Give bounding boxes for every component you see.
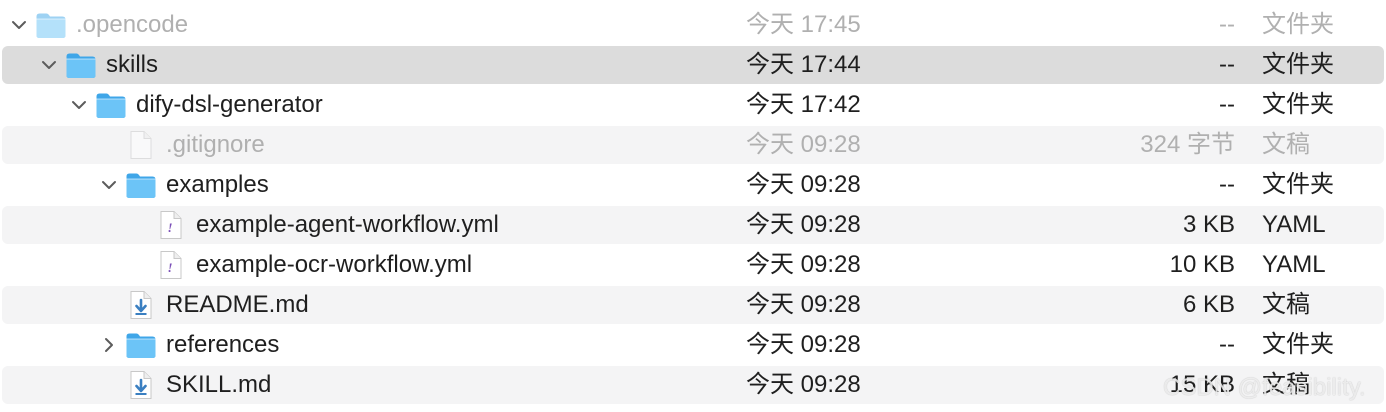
modified-date: 今天 09:28 [746, 251, 861, 278]
markdown-file-icon [125, 290, 157, 320]
file-row-references[interactable]: references 今天 09:28 -- 文件夹 [0, 325, 1386, 365]
markdown-file-icon [125, 370, 157, 400]
file-row-example-ocr-workflow[interactable]: ! example-ocr-workflow.yml 今天 09:28 10 K… [0, 245, 1386, 285]
yaml-file-icon: ! [155, 210, 187, 240]
file-name: dify-dsl-generator [136, 91, 323, 118]
modified-date: 今天 09:28 [746, 291, 861, 318]
file-row-readme[interactable]: README.md 今天 09:28 6 KB 文稿 [0, 285, 1386, 325]
chevron-down-icon[interactable] [68, 85, 90, 125]
folder-icon [35, 10, 67, 40]
modified-date: 今天 17:45 [746, 11, 861, 38]
file-row-opencode[interactable]: .opencode 今天 17:45 -- 文件夹 [0, 5, 1386, 45]
modified-date: 今天 17:42 [746, 91, 861, 118]
svg-text:!: ! [167, 260, 172, 275]
file-kind: 文件夹 [1262, 331, 1334, 358]
file-size: -- [1219, 11, 1235, 38]
file-kind: 文件夹 [1262, 51, 1334, 78]
svg-text:!: ! [167, 220, 172, 235]
modified-date: 今天 09:28 [746, 211, 861, 238]
file-kind: 文稿 [1262, 291, 1310, 318]
chevron-right-icon[interactable] [98, 325, 120, 365]
file-size: -- [1219, 51, 1235, 78]
folder-icon [125, 330, 157, 360]
file-name: .opencode [76, 11, 189, 38]
file-size: -- [1219, 91, 1235, 118]
modified-date: 今天 17:44 [746, 51, 861, 78]
folder-icon [95, 90, 127, 120]
file-size: -- [1219, 171, 1235, 198]
file-name: examples [166, 171, 269, 198]
file-size: 10 KB [1169, 251, 1235, 278]
modified-date: 今天 09:28 [746, 131, 861, 158]
chevron-down-icon[interactable] [8, 5, 30, 45]
modified-date: 今天 09:28 [746, 331, 861, 358]
file-kind: YAML [1262, 211, 1326, 238]
chevron-down-icon[interactable] [98, 165, 120, 205]
file-name: skills [106, 51, 158, 78]
file-size: 324 字节 [1140, 131, 1235, 158]
csdn-watermark: CSDN @feasibility. [1163, 374, 1366, 401]
file-row-dify-dsl-generator[interactable]: dify-dsl-generator 今天 17:42 -- 文件夹 [0, 85, 1386, 125]
yaml-file-icon: ! [155, 250, 187, 280]
file-kind: YAML [1262, 251, 1326, 278]
file-kind: 文件夹 [1262, 171, 1334, 198]
file-kind: 文稿 [1262, 131, 1310, 158]
file-name: README.md [166, 291, 309, 318]
file-size: -- [1219, 331, 1235, 358]
modified-date: 今天 09:28 [746, 171, 861, 198]
file-name: example-agent-workflow.yml [196, 211, 499, 238]
file-kind: 文件夹 [1262, 91, 1334, 118]
file-kind: 文件夹 [1262, 11, 1334, 38]
folder-icon [65, 50, 97, 80]
plain-file-icon [125, 130, 157, 160]
modified-date: 今天 09:28 [746, 371, 861, 398]
file-size: 3 KB [1182, 211, 1235, 238]
file-row-example-agent-workflow[interactable]: ! example-agent-workflow.yml 今天 09:28 3 … [0, 205, 1386, 245]
file-name: SKILL.md [166, 371, 272, 398]
file-name: .gitignore [166, 131, 265, 158]
file-row-examples[interactable]: examples 今天 09:28 -- 文件夹 [0, 165, 1386, 205]
file-row-gitignore[interactable]: .gitignore 今天 09:28 324 字节 文稿 [0, 125, 1386, 165]
chevron-down-icon[interactable] [38, 45, 60, 85]
file-name: references [166, 331, 280, 358]
folder-icon [125, 170, 157, 200]
file-size: 6 KB [1182, 291, 1235, 318]
file-list: .opencode 今天 17:45 -- 文件夹 skills 今天 17:4… [0, 5, 1386, 405]
file-name: example-ocr-workflow.yml [196, 251, 473, 278]
file-row-skills[interactable]: skills 今天 17:44 -- 文件夹 [0, 45, 1386, 85]
